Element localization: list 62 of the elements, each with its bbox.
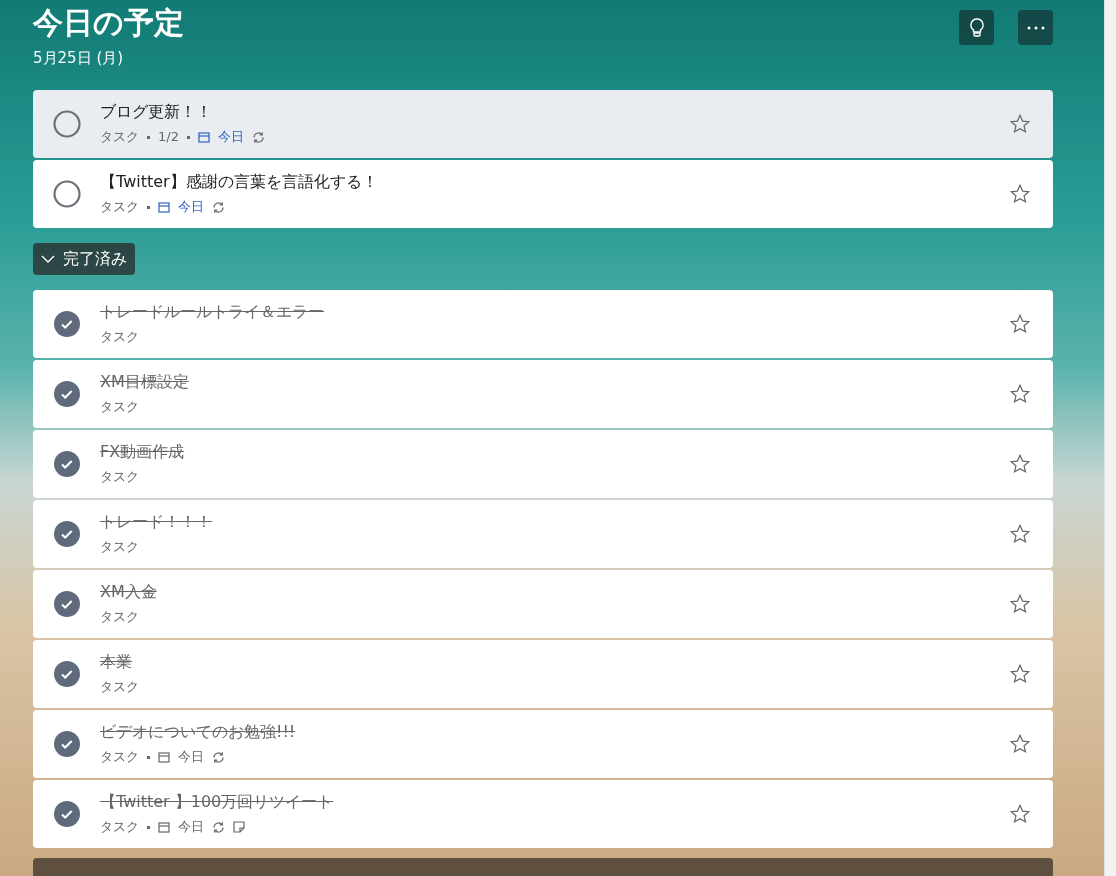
task-title: ビデオについてのお勉強!!! [100,721,297,744]
checkbox[interactable] [52,518,82,549]
checkbox[interactable] [52,308,82,339]
list-name: タスク [100,678,139,697]
due-date: 今日 [178,818,204,837]
list-name: タスク [100,398,139,417]
list-name: タスク [100,128,139,147]
task-card[interactable]: FX動画作成 タスク [33,429,1053,498]
list-name: タスク [100,198,139,217]
task-title: FX動画作成 [100,441,186,464]
checkbox[interactable] [52,798,82,829]
list-name: タスク [100,748,139,767]
task-card[interactable]: XM入金 タスク [33,569,1053,638]
calendar-icon [197,131,210,143]
repeat-icon [212,820,225,834]
task-title: XM入金 [100,581,158,604]
suggestions-button[interactable] [959,10,994,45]
task-card[interactable]: 【Twitter】感謝の言葉を言語化する！ タスク 今日 [33,159,1053,228]
checkbox[interactable] [52,728,82,759]
task-card[interactable]: ビデオについてのお勉強!!! タスク 今日 [33,709,1053,778]
due-date: 今日 [217,128,244,147]
repeat-icon [212,200,225,214]
page-title: 今日の予定 [33,6,184,39]
task-title: ブログ更新！！ [100,101,213,124]
completed-toggle[interactable]: 完了済み [33,242,135,275]
task-title: 【Twitter 】100万回リツイート [100,791,335,814]
step-count: 1/2 [158,128,179,147]
task-title: 本業 [100,651,133,674]
add-task-bar[interactable] [33,857,1053,876]
task-card[interactable]: 本業 タスク [33,639,1053,708]
checkbox[interactable] [52,178,82,209]
task-title: トレードルールトライ＆エラー [100,301,325,324]
list-name: タスク [100,468,139,487]
calendar-icon [158,201,170,213]
task-title: トレード！！！ [100,511,213,534]
checkbox[interactable] [52,448,82,479]
task-card[interactable]: ブログ更新！！ タスク 1/2 今日 [33,89,1053,158]
note-icon [233,821,245,833]
list-name: タスク [100,608,139,627]
lightbulb-icon [968,17,985,38]
task-card[interactable]: XM目標設定 タスク [33,359,1053,428]
repeat-icon [212,750,225,764]
due-date: 今日 [178,748,204,767]
task-title: 【Twitter】感謝の言葉を言語化する！ [100,171,379,194]
calendar-icon [158,751,170,763]
list-name: タスク [100,538,139,557]
list-name: タスク [100,328,139,347]
checkbox[interactable] [52,588,82,619]
task-card[interactable]: 【Twitter 】100万回リツイート タスク 今日 [33,779,1053,848]
checkbox[interactable] [52,378,82,409]
more-icon [1026,25,1045,30]
checkbox[interactable] [52,108,82,139]
task-card[interactable]: トレード！！！ タスク [33,499,1053,568]
checkbox[interactable] [52,658,82,689]
list-name: タスク [100,818,139,837]
date-text: 5月25日 (月) [33,48,125,69]
repeat-icon [251,130,265,144]
task-card[interactable]: トレードルールトライ＆エラー タスク [33,289,1053,358]
task-title: XM目標設定 [100,371,190,394]
chevron-icon [41,254,55,263]
calendar-icon [158,821,170,833]
due-date: 今日 [178,198,204,217]
